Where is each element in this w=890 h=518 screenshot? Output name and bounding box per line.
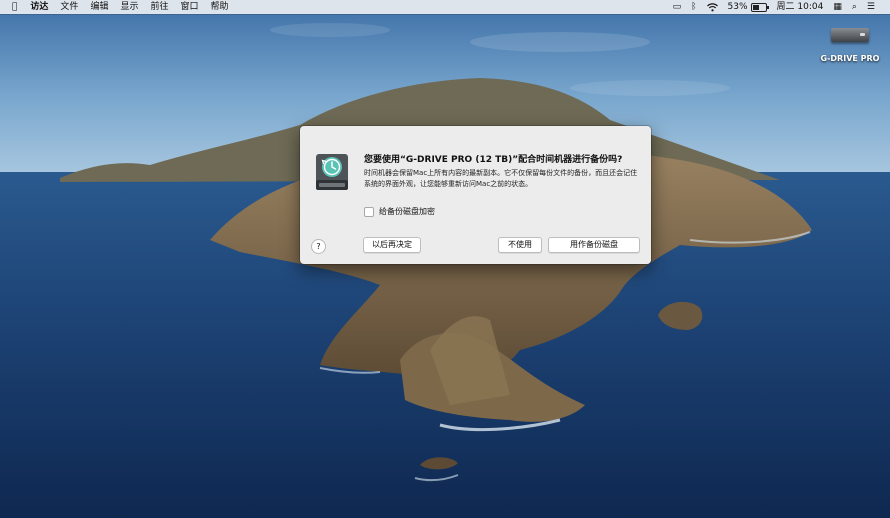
spotlight-search-icon[interactable]: ⌕ bbox=[847, 0, 862, 14]
external-drive-icon bbox=[831, 28, 869, 42]
notification-center-icon[interactable]: ☰ bbox=[862, 0, 880, 14]
menu-edit[interactable]: 编辑 bbox=[84, 0, 114, 14]
desktop-icon-g-drive[interactable]: G-DRIVE PRO bbox=[820, 28, 880, 63]
wifi-icon[interactable] bbox=[702, 0, 723, 14]
encrypt-backup-option[interactable]: 给备份磁盘加密 bbox=[364, 206, 435, 217]
dialog-title: 您要使用“G-DRIVE PRO (12 TB)”配合时间机器进行备份吗? bbox=[364, 155, 623, 165]
battery-percent: 53% bbox=[727, 2, 748, 12]
use-as-backup-disk-button[interactable]: 用作备份磁盘 bbox=[548, 237, 640, 253]
app-menu-finder[interactable]: 访达 bbox=[24, 0, 54, 14]
menu-bar:  访达 文件 编辑 显示 前往 窗口 帮助 ▭ ᛒ 53% 周二 10:04 … bbox=[0, 0, 890, 14]
dont-use-button[interactable]: 不使用 bbox=[498, 237, 542, 253]
apple-menu-icon[interactable]:  bbox=[0, 0, 24, 14]
encrypt-backup-label[interactable]: 给备份磁盘加密 bbox=[379, 206, 435, 217]
battery-status[interactable]: 53% bbox=[723, 0, 772, 14]
menu-file[interactable]: 文件 bbox=[54, 0, 84, 14]
clock[interactable]: 周二 10:04 bbox=[772, 0, 829, 14]
input-method-icon[interactable]: ▦ bbox=[828, 0, 847, 14]
menu-help[interactable]: 帮助 bbox=[205, 0, 235, 14]
time-machine-disk-icon bbox=[316, 154, 348, 190]
bluetooth-icon[interactable]: ᛒ bbox=[686, 0, 701, 14]
battery-fill bbox=[752, 4, 759, 10]
menu-view[interactable]: 显示 bbox=[114, 0, 144, 14]
desktop-icon-label: G-DRIVE PRO bbox=[820, 54, 880, 63]
menu-window[interactable]: 窗口 bbox=[174, 0, 204, 14]
menu-go[interactable]: 前往 bbox=[144, 0, 174, 14]
time-machine-dialog: 您要使用“G-DRIVE PRO (12 TB)”配合时间机器进行备份吗? 时间… bbox=[300, 126, 651, 264]
airplay-icon[interactable]: ▭ bbox=[668, 0, 687, 14]
help-button[interactable]: ? bbox=[311, 239, 326, 254]
decide-later-button[interactable]: 以后再决定 bbox=[363, 237, 421, 253]
wifi-icon-glyph bbox=[706, 2, 718, 11]
battery-icon bbox=[750, 2, 769, 12]
encrypt-backup-checkbox[interactable] bbox=[364, 206, 374, 217]
dialog-message: 时间机器会保留Mac上所有内容的最新副本。它不仅保留每份文件的备份，而且还会记住… bbox=[364, 169, 638, 188]
